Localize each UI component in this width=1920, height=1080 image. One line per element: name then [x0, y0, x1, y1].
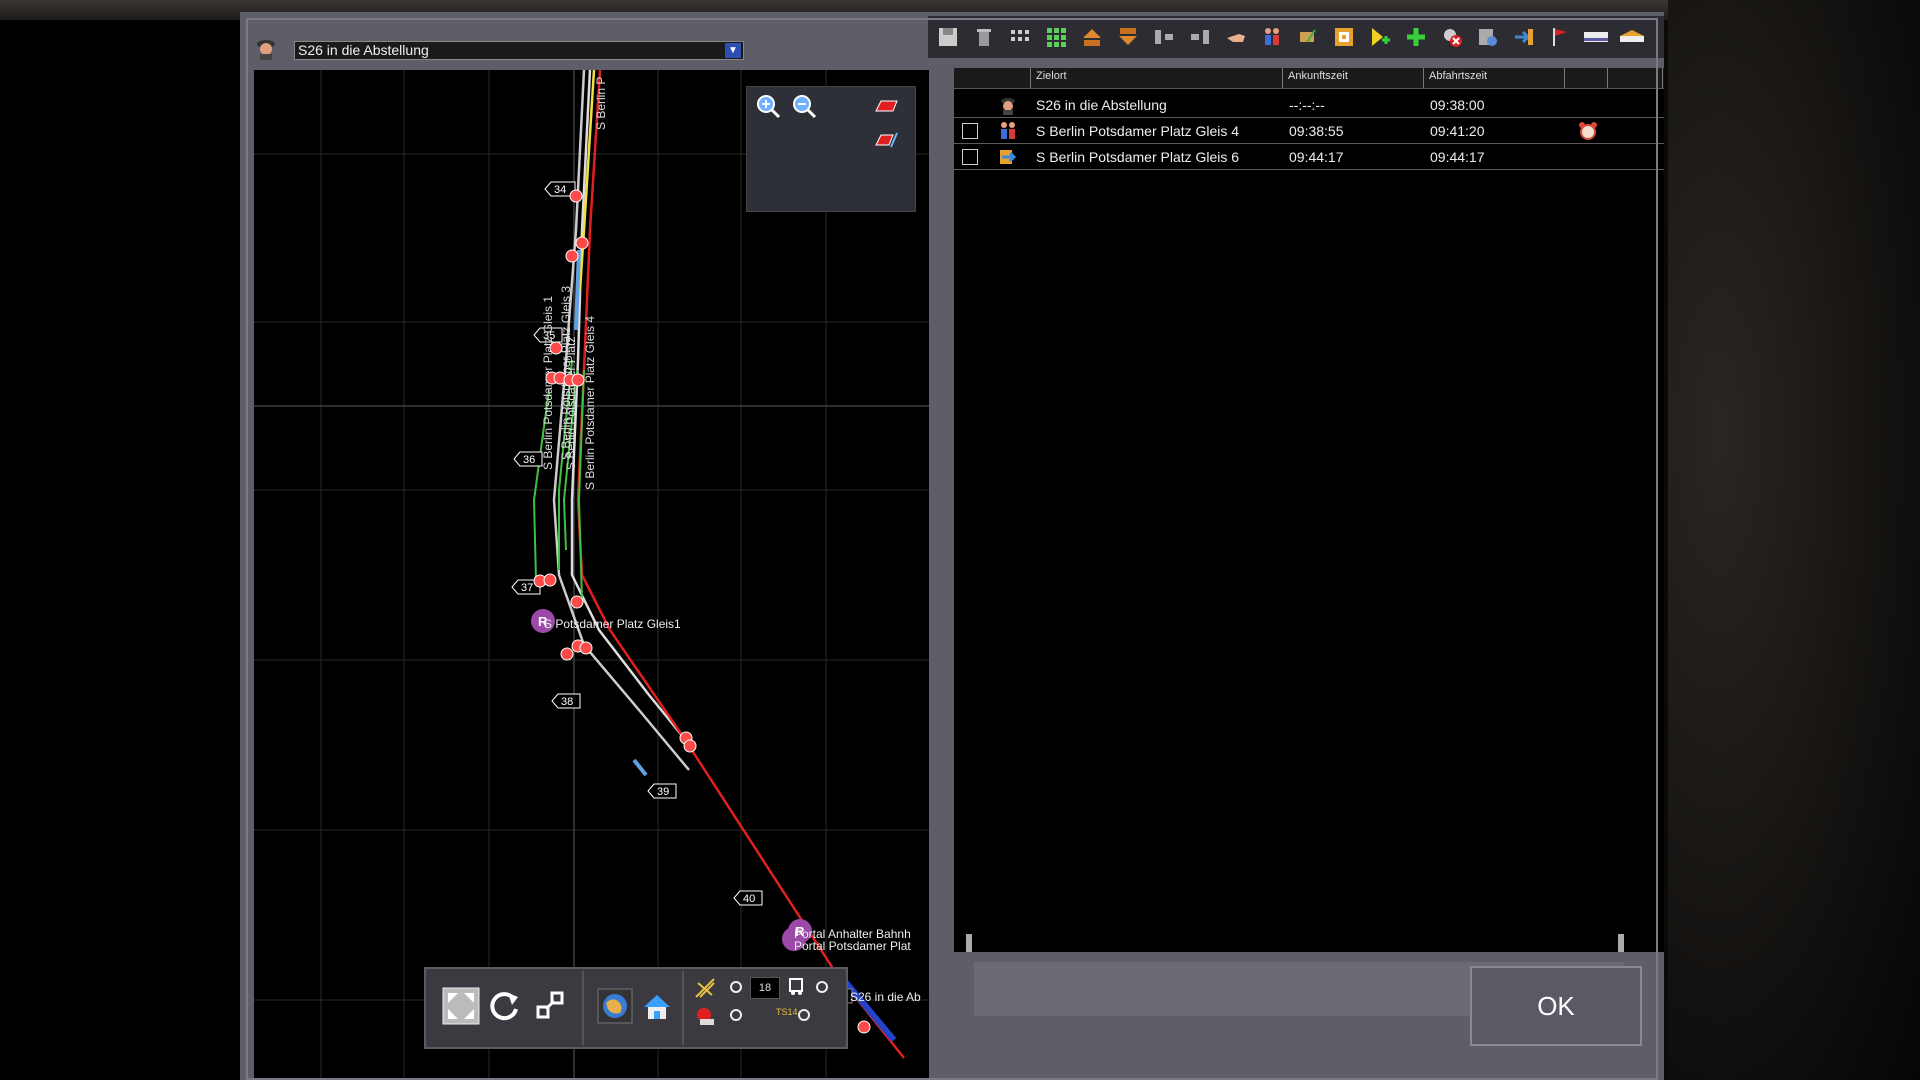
track-switch-icon[interactable]: [694, 977, 716, 999]
arrival-cell: --:--:--: [1289, 97, 1325, 113]
timetable-panel: [954, 68, 1664, 952]
delete-icon[interactable]: [970, 23, 998, 51]
footer-tick: [1618, 934, 1624, 952]
km-marker: 37: [521, 582, 533, 594]
column-header-departure[interactable]: Abfahrtszeit: [1429, 70, 1487, 82]
signal-view-icon[interactable]: [694, 1005, 718, 1027]
km-marker: 38: [561, 696, 573, 708]
option-radio[interactable]: [798, 1009, 810, 1021]
option-radio[interactable]: [730, 1009, 742, 1021]
departure-cell: 09:44:17: [1430, 149, 1485, 165]
toolbar-separator: [682, 971, 684, 1045]
passengers-icon[interactable]: [1258, 23, 1286, 51]
platform-alt-icon[interactable]: [1618, 23, 1646, 51]
km-marker: 39: [657, 786, 669, 798]
rotate-icon[interactable]: [486, 987, 524, 1025]
track-label: S Berlin Potsdamer Platz Gleis 4: [583, 316, 597, 490]
save-icon[interactable]: [934, 23, 962, 51]
driver-icon: [1001, 98, 1015, 115]
add-stop-icon[interactable]: [1366, 23, 1394, 51]
column-separator: [1423, 68, 1424, 88]
map-toolbar: 18 TS14: [424, 967, 848, 1049]
km-marker: 40: [743, 893, 755, 905]
split-icon[interactable]: [1150, 23, 1178, 51]
entry-icon: [1000, 150, 1017, 164]
train-select-dropdown[interactable]: S26 in die Abstellung ▼: [294, 41, 744, 60]
table-row[interactable]: S Berlin Potsdamer Platz Gleis 6 09:44:1…: [954, 144, 1664, 170]
sign-icon[interactable]: [1294, 23, 1322, 51]
zoom-out-icon[interactable]: [791, 93, 817, 119]
station-label: S26 in die Ab: [850, 990, 921, 1004]
column-separator: [1030, 68, 1031, 88]
destination-cell: S Berlin Potsdamer Platz Gleis 4: [1036, 123, 1240, 139]
map-zoom-panel: [746, 86, 916, 212]
departure-cell: 09:38:00: [1430, 97, 1485, 113]
track-label: S Berlin Potsdamer Platz: [564, 337, 578, 470]
km-marker: 34: [554, 184, 566, 196]
column-separator: [1607, 68, 1608, 88]
arrival-cell: 09:38:55: [1289, 123, 1344, 139]
toolbar-separator: [582, 971, 584, 1045]
chevron-down-icon[interactable]: ▼: [725, 43, 741, 58]
home-icon[interactable]: [638, 987, 676, 1025]
arrival-cell: 09:44:17: [1289, 149, 1344, 165]
enter-icon[interactable]: [1510, 23, 1538, 51]
map-number-field[interactable]: 18: [750, 977, 780, 999]
ok-button[interactable]: OK: [1470, 966, 1642, 1046]
option-radio[interactable]: [816, 981, 828, 993]
driver-icon: [257, 40, 275, 60]
footer-tick: [966, 934, 972, 952]
merge-icon[interactable]: [1186, 23, 1214, 51]
remove-stop-icon[interactable]: [1438, 23, 1466, 51]
passenger-icon: [1001, 122, 1015, 139]
background-scenery: [1668, 0, 1920, 1080]
add-icon[interactable]: [1402, 23, 1430, 51]
column-header-destination[interactable]: Zielort: [1036, 70, 1067, 82]
link-icon[interactable]: [532, 987, 570, 1025]
column-separator: [1282, 68, 1283, 88]
grid-green-icon[interactable]: [1042, 23, 1070, 51]
row-checkbox[interactable]: [962, 149, 978, 165]
eraser-line-icon[interactable]: [873, 127, 899, 153]
destination-cell: S26 in die Abstellung: [1036, 97, 1167, 113]
grid-small-icon[interactable]: [1006, 23, 1034, 51]
row-checkbox[interactable]: [962, 123, 978, 139]
layout-icon[interactable]: [1330, 23, 1358, 51]
column-header-arrival[interactable]: Ankunftszeit: [1288, 70, 1348, 82]
globe-icon[interactable]: [596, 987, 634, 1025]
track-label: S Berlin P: [594, 77, 608, 130]
station-label: Portal Potsdamer Plat: [794, 939, 911, 953]
main-toolbar: [928, 16, 1664, 58]
hand-icon[interactable]: [1222, 23, 1250, 51]
train-icon[interactable]: [786, 975, 808, 997]
move-up-icon[interactable]: [1078, 23, 1106, 51]
column-separator: [1662, 68, 1663, 88]
departure-cell: 09:41:20: [1430, 123, 1485, 139]
settings-icon[interactable]: [1474, 23, 1502, 51]
timetable-header: Zielort Ankunftszeit Abfahrtszeit: [954, 68, 1664, 89]
background-left: [0, 0, 240, 1080]
table-row[interactable]: S26 in die Abstellung --:--:-- 09:38:00: [954, 92, 1664, 118]
ts-label: TS14: [776, 1007, 798, 1017]
zoom-in-icon[interactable]: [755, 93, 781, 119]
platform-icon[interactable]: [1582, 23, 1610, 51]
km-marker: 36: [523, 454, 535, 466]
column-separator: [1564, 68, 1565, 88]
table-row[interactable]: S Berlin Potsdamer Platz Gleis 4 09:38:5…: [954, 118, 1664, 144]
alarm-clock-icon[interactable]: [1578, 121, 1598, 141]
move-down-icon[interactable]: [1114, 23, 1142, 51]
train-select-value: S26 in die Abstellung: [298, 42, 429, 58]
station-label: S Potsdamer Platz Gleis1: [544, 617, 681, 631]
track-map-canvas: 34 35 36 37 38 39 40 41 S Berlin P S Ber…: [254, 70, 929, 1080]
flag-icon[interactable]: [1546, 23, 1574, 51]
option-radio[interactable]: [730, 981, 742, 993]
destination-cell: S Berlin Potsdamer Platz Gleis 6: [1036, 149, 1240, 165]
track-map[interactable]: 34 35 36 37 38 39 40 41 S Berlin P S Ber…: [254, 70, 929, 1080]
fullscreen-icon[interactable]: [442, 987, 480, 1025]
eraser-icon[interactable]: [873, 93, 899, 119]
